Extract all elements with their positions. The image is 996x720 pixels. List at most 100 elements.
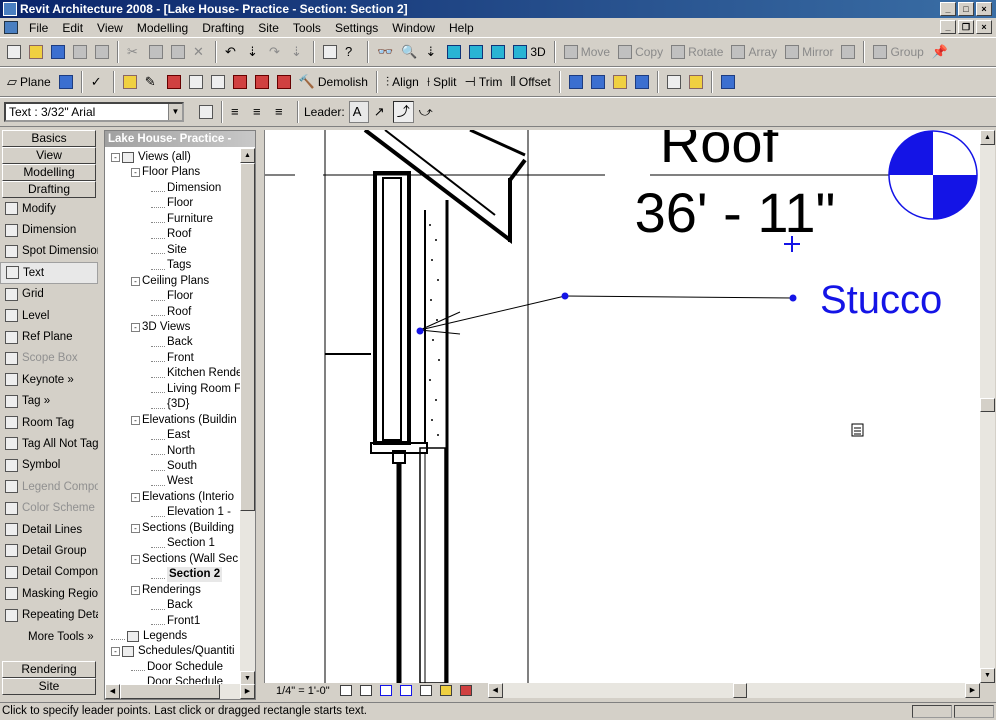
browser-node[interactable]: Site (151, 243, 187, 258)
whats-this-button[interactable]: ? (342, 41, 362, 63)
browser-node[interactable]: Dimension (151, 181, 221, 196)
cut-button[interactable]: ✂ (124, 41, 144, 63)
design-bar-item-scope-box[interactable]: Scope Box (0, 348, 98, 369)
scroll-down-icon[interactable]: ▼ (980, 668, 995, 683)
leader-grip[interactable] (789, 294, 797, 302)
scroll-right-icon[interactable]: ▶ (965, 683, 980, 698)
scroll-up-icon[interactable]: ▲ (980, 130, 995, 145)
lightbulb-icon[interactable] (439, 685, 452, 696)
canvas-horizontal-scrollbar[interactable]: ◀ ▶ (487, 683, 980, 698)
crop-region-icon[interactable] (379, 685, 392, 696)
undo-list-button[interactable]: ⇣ (244, 41, 264, 63)
browser-node[interactable]: - Renderings (131, 583, 201, 598)
design-bar-item-masking-region[interactable]: Masking Region (0, 583, 98, 604)
browser-node[interactable]: North (151, 444, 195, 459)
rotate-button[interactable]: Rotate (668, 41, 726, 63)
join-geometry-button[interactable] (186, 71, 206, 93)
schedule-button[interactable] (718, 71, 738, 93)
new-button[interactable] (4, 41, 24, 63)
dynamic-view-button[interactable] (466, 41, 486, 63)
revit-app-icon[interactable] (3, 2, 17, 16)
browser-node[interactable]: Front (151, 351, 194, 366)
paste-button[interactable] (168, 41, 188, 63)
close-button[interactable]: × (976, 2, 992, 16)
browser-node[interactable]: Floor (151, 289, 193, 304)
browser-node[interactable]: Elevation 1 - (151, 505, 231, 520)
stucco-note-text[interactable]: Stucco (820, 278, 942, 322)
scroll-right-icon[interactable]: ▶ (240, 684, 255, 699)
save-button[interactable] (48, 41, 68, 63)
browser-node[interactable]: - Ceiling Plans (131, 274, 209, 289)
doc-minimize-button[interactable]: _ (940, 20, 956, 34)
collapse-toggle-icon[interactable]: - (131, 585, 140, 595)
isolate-button[interactable] (588, 71, 608, 93)
default-3d-button[interactable] (444, 41, 464, 63)
canvas-vertical-scrollbar[interactable]: ▲ ▼ (980, 130, 995, 683)
browser-node[interactable]: Back (151, 335, 193, 350)
view-3d-button[interactable]: 3D (510, 41, 548, 63)
design-bar-item-detail-group[interactable]: Detail Group (0, 540, 98, 561)
browser-node[interactable]: Tags (151, 258, 191, 273)
save-as-button[interactable] (70, 41, 90, 63)
thin-lines-button[interactable] (320, 41, 340, 63)
align-button[interactable]: ⫶ Align (383, 71, 422, 93)
two-segment-leader-button[interactable]: ⤴ (392, 101, 414, 123)
level-elevation[interactable]: 36' - 11" (635, 181, 836, 244)
tab-drafting[interactable]: Drafting (2, 181, 96, 198)
section-drawing[interactable]: Roof 36' - 11" Stucco (265, 130, 980, 683)
document-icon[interactable] (4, 21, 18, 34)
no-leader-button[interactable]: A (348, 101, 369, 123)
collapse-toggle-icon[interactable]: - (131, 554, 140, 564)
design-bar-item-detail-compone[interactable]: Detail Compone (0, 562, 98, 583)
plane-button[interactable]: ▱ Plane (4, 71, 54, 93)
scroll-left-icon[interactable]: ◀ (105, 684, 120, 699)
scroll-thumb[interactable] (240, 163, 255, 511)
collapse-toggle-icon[interactable]: - (131, 523, 140, 533)
design-bar-item-symbol[interactable]: Symbol (0, 455, 98, 476)
split-button[interactable]: ⟊ Split (424, 71, 460, 93)
match-type-button[interactable]: ✎ (142, 71, 162, 93)
browser-node[interactable]: - Elevations (Buildin (131, 413, 237, 428)
design-bar-item-detail-lines[interactable]: Detail Lines (0, 519, 98, 540)
design-bar-item-legend-compor[interactable]: Legend Compor (0, 476, 98, 497)
cut-geometry-button[interactable] (252, 71, 272, 93)
measure-button[interactable] (120, 71, 140, 93)
minimize-button[interactable]: _ (940, 2, 956, 16)
menu-tools[interactable]: Tools (286, 21, 328, 35)
design-bar-item-spot-dimension[interactable]: Spot Dimension (0, 241, 98, 262)
wall-opening-button[interactable] (274, 71, 294, 93)
reveal-hidden-icon[interactable] (459, 685, 472, 696)
doc-close-button[interactable]: × (976, 20, 992, 34)
design-bar-item-dimension[interactable]: Dimension (0, 219, 98, 240)
move-button[interactable]: Move (561, 41, 613, 63)
browser-node[interactable]: - Views (all) (111, 150, 191, 165)
hide-isolate-icon[interactable] (419, 685, 432, 696)
copy-clipboard-button[interactable] (146, 41, 166, 63)
maximize-button[interactable]: □ (958, 2, 974, 16)
menu-window[interactable]: Window (385, 21, 442, 35)
model-graphics-style-icon[interactable] (359, 685, 372, 696)
tab-rendering[interactable]: Rendering (2, 661, 96, 678)
design-bar-item-modify[interactable]: Modify (0, 198, 98, 219)
browser-node[interactable]: South (151, 459, 197, 474)
leader-grip[interactable] (416, 327, 424, 335)
array-button[interactable]: Array (728, 41, 780, 63)
tab-modelling[interactable]: Modelling (2, 164, 96, 181)
browser-node[interactable]: - Elevations (Interio (131, 490, 234, 505)
linework-button[interactable] (664, 71, 684, 93)
leader-line[interactable] (564, 295, 794, 299)
align-left-button[interactable]: ≡ (228, 101, 248, 123)
browser-node[interactable]: Door Schedule (131, 660, 223, 675)
element-properties-button[interactable] (196, 101, 216, 123)
hide-element-button[interactable] (566, 71, 586, 93)
tab-view[interactable]: View (2, 147, 96, 164)
level-name[interactable]: Roof (660, 130, 779, 174)
menu-edit[interactable]: Edit (55, 21, 90, 35)
collapse-toggle-icon[interactable]: - (131, 276, 140, 286)
menu-file[interactable]: File (22, 21, 55, 35)
design-bar-item-tag[interactable]: Tag » (0, 391, 98, 412)
browser-node[interactable]: - Sections (Building (131, 521, 234, 536)
collapse-toggle-icon[interactable]: - (131, 415, 140, 425)
design-bar-item-level[interactable]: Level (0, 305, 98, 326)
collapse-toggle-icon[interactable]: - (111, 153, 120, 162)
